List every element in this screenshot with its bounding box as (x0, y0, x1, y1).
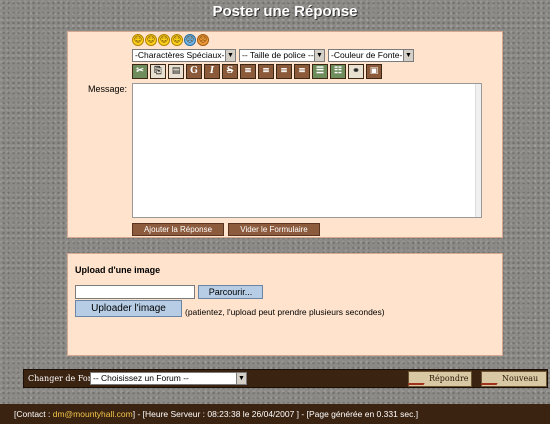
contact-email-link[interactable]: dm@mountyhall.com (53, 409, 133, 419)
reply-label: Répondre (429, 374, 469, 383)
align-center-icon[interactable]: ≡ (258, 64, 274, 79)
strike-icon[interactable]: S (222, 64, 238, 79)
smiley-laugh-icon[interactable]: ☺ (158, 34, 170, 46)
new-topic-label: Nouveau (502, 374, 539, 383)
forum-bar: Changer de Forum -- Choisissez un Forum … (23, 369, 548, 388)
message-label: Message: (88, 84, 128, 94)
align-right-icon[interactable]: ≡ (276, 64, 292, 79)
list-icon[interactable]: ☰ (312, 64, 328, 79)
browse-button[interactable]: Parcourir... (198, 285, 263, 299)
smiley-happy-icon[interactable]: ☺ (132, 34, 144, 46)
new-topic-button[interactable]: Nouveau (480, 371, 547, 387)
copy-icon[interactable]: ⎘ (150, 64, 166, 79)
font-size-value: -- Taille de police -- (242, 50, 314, 60)
bold-icon[interactable]: G (186, 64, 202, 79)
forum-select-value: -- Choisissez un Forum -- (93, 373, 189, 383)
smiley-sad-icon[interactable]: ☹ (184, 34, 196, 46)
smiley-grin-icon[interactable]: ☺ (145, 34, 157, 46)
font-size-select[interactable]: -- Taille de police -- ▼ (239, 49, 325, 62)
chevron-down-icon: ▼ (236, 373, 246, 384)
cut-icon[interactable]: ✂ (132, 64, 148, 79)
quill-icon (480, 373, 504, 385)
font-color-value: -Couleur de Fonte- (331, 50, 403, 60)
chevron-down-icon: ▼ (403, 50, 413, 61)
paste-icon[interactable]: ▤ (168, 64, 184, 79)
form-buttons: Ajouter la Réponse Vider le Formulaire (132, 223, 320, 236)
upload-note: (patientez, l'upload peut prendre plusie… (185, 307, 385, 317)
smiley-wink-icon[interactable]: ☺ (171, 34, 183, 46)
editor-toolbar: ✂ ⎘ ▤ G I S ≡ ≡ ≡ ≡ ☰ ☷ ⚭ ▣ (132, 64, 382, 79)
link-icon[interactable]: ⚭ (348, 64, 364, 79)
message-textarea[interactable] (132, 83, 482, 218)
reply-form-panel: ☺ ☺ ☺ ☺ ☹ ☹ -Charactères Spéciaux- ▼ -- … (67, 31, 503, 238)
special-chars-select[interactable]: -Charactères Spéciaux- ▼ (132, 49, 236, 62)
reply-button[interactable]: Répondre (407, 371, 472, 387)
upload-panel: Upload d'une image Parcourir... Uploader… (67, 253, 503, 356)
smiley-bar: ☺ ☺ ☺ ☺ ☹ ☹ (132, 34, 209, 46)
chevron-down-icon: ▼ (314, 50, 324, 61)
special-chars-value: -Charactères Spéciaux- (135, 50, 225, 60)
page-title: Poster une Réponse (212, 3, 358, 20)
quill-icon (407, 373, 431, 385)
chevron-down-icon: ▼ (225, 50, 235, 61)
footer-contact-prefix: [Contact : (14, 409, 53, 419)
italic-icon[interactable]: I (204, 64, 220, 79)
image-icon[interactable]: ▣ (366, 64, 382, 79)
font-color-select[interactable]: -Couleur de Fonte- ▼ (328, 49, 414, 62)
footer: [Contact : dm@mountyhall.com] - [Heure S… (0, 404, 550, 424)
justify-icon[interactable]: ≡ (294, 64, 310, 79)
message-scrollbar[interactable] (475, 84, 481, 217)
file-path-input[interactable] (75, 285, 195, 299)
smiley-angry-icon[interactable]: ☹ (197, 34, 209, 46)
add-reply-button[interactable]: Ajouter la Réponse (132, 223, 224, 236)
align-left-icon[interactable]: ≡ (240, 64, 256, 79)
forum-select[interactable]: -- Choisissez un Forum -- ▼ (90, 372, 247, 385)
footer-server-info: ] - [Heure Serveur : 08:23:38 le 26/04/2… (132, 409, 419, 419)
clear-form-button[interactable]: Vider le Formulaire (228, 223, 320, 236)
format-selects: -Charactères Spéciaux- ▼ -- Taille de po… (132, 49, 414, 62)
upload-image-button[interactable]: Uploader l'image (75, 300, 182, 317)
indent-icon[interactable]: ☷ (330, 64, 346, 79)
upload-title: Upload d'une image (75, 265, 161, 275)
